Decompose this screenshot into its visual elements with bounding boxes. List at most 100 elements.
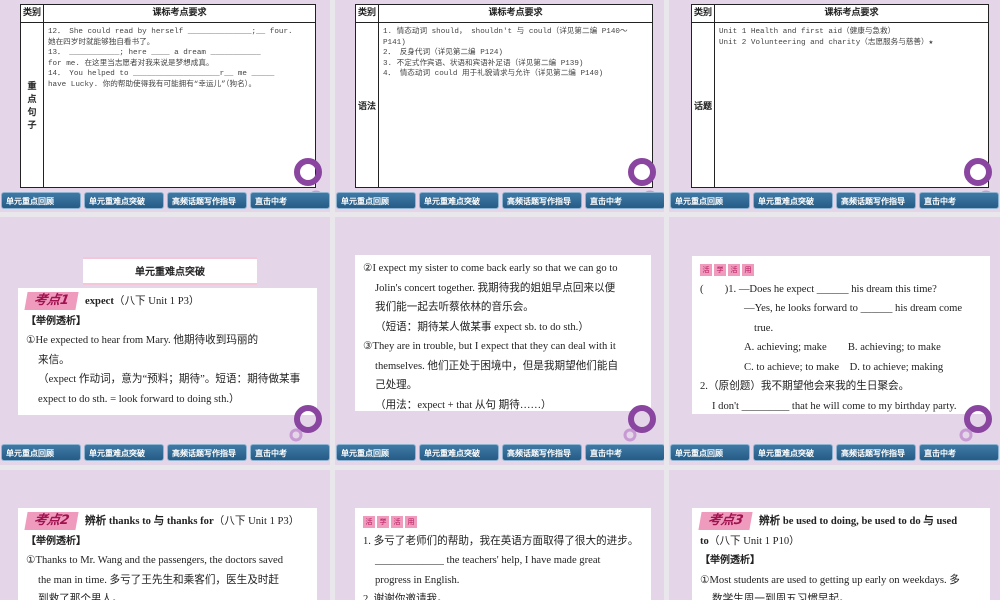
nav-exam[interactable]: 直击中考 bbox=[585, 444, 664, 461]
requirements-table: 类别 课标考点要求 话题 Unit 1 Health and first aid… bbox=[691, 4, 989, 188]
tag-char: 学 bbox=[377, 516, 389, 528]
nav-writing[interactable]: 高频话题写作指导 bbox=[167, 192, 247, 209]
line: progress in English. bbox=[375, 574, 460, 586]
nav-exam[interactable]: 直击中考 bbox=[919, 444, 999, 461]
practice-tag: 活学活用 bbox=[363, 516, 417, 528]
line: Unit 1 Health and first aid（健康与急救） bbox=[719, 28, 896, 36]
line: 来信。 bbox=[38, 354, 70, 366]
key-point-badge: 考点2 bbox=[24, 512, 79, 530]
line: for me. 在这里当志愿者对我来说是梦想成真。 bbox=[48, 59, 214, 68]
line: 2． 反身代词（详见第二编 P124) bbox=[383, 49, 503, 57]
nav-breakthrough[interactable]: 单元重难点突破 bbox=[419, 192, 499, 209]
nav-review[interactable]: 单元重点回顾 bbox=[1, 192, 81, 209]
tag-char: 用 bbox=[405, 516, 417, 528]
key-point-title: 辨析 thanks to 与 thanks for bbox=[85, 516, 214, 527]
nav-bar: 单元重点回顾 单元重难点突破 高频话题写作指导 直击中考 bbox=[336, 444, 664, 461]
key-point-title: expect bbox=[85, 296, 114, 307]
line: 我们能一起去听蔡依林的音乐会。 bbox=[375, 302, 534, 313]
nav-breakthrough[interactable]: 单元重难点突破 bbox=[753, 444, 833, 461]
example-heading: 【举例透析】 bbox=[26, 315, 86, 327]
nav-review[interactable]: 单元重点回顾 bbox=[670, 444, 750, 461]
nav-review[interactable]: 单元重点回顾 bbox=[336, 192, 416, 209]
header-requirement: 课标考点要求 bbox=[379, 5, 652, 23]
nav-exam[interactable]: 直击中考 bbox=[585, 192, 664, 209]
line: （短语：期待某人做某事 expect sb. to do sth.） bbox=[375, 321, 589, 333]
line: ①He expected to hear from Mary. 他期待收到玛丽的 bbox=[26, 335, 259, 346]
slide-8[interactable]: 活学活用 1. 多亏了老师们的帮助，我在英语方面取得了很大的进步。 ______… bbox=[335, 470, 664, 600]
slide-5[interactable]: ②I expect my sister to come back early s… bbox=[335, 217, 664, 465]
source: （八下 Unit 1 P3） bbox=[213, 516, 300, 527]
line: 13． ___________; here ____ a dream _____… bbox=[48, 49, 261, 57]
content-card: ②I expect my sister to come back early s… bbox=[355, 255, 651, 411]
nav-review[interactable]: 单元重点回顾 bbox=[336, 444, 416, 461]
header-category: 类别 bbox=[356, 5, 379, 23]
requirements-table: 类别 课标考点要求 重点句子 12． She could read by her… bbox=[20, 4, 316, 188]
nav-bar: 单元重点回顾 单元重难点突破 高频话题写作指导 直击中考 bbox=[1, 444, 330, 461]
slide-1[interactable]: 类别 课标考点要求 重点句子 12． She could read by her… bbox=[0, 0, 330, 212]
tag-char: 用 bbox=[742, 264, 754, 276]
slide-grid: 类别 课标考点要求 重点句子 12． She could read by her… bbox=[0, 0, 1000, 600]
line: 到救了那个男人。 bbox=[38, 594, 123, 600]
nav-exam[interactable]: 直击中考 bbox=[250, 444, 330, 461]
line: 她在四岁时就能够独自看书了。 bbox=[48, 38, 155, 47]
nav-writing[interactable]: 高频话题写作指导 bbox=[502, 192, 582, 209]
slide-4[interactable]: 单元重难点突破 考点1 expect（八下 Unit 1 P3） 【举例透析】 ①… bbox=[0, 217, 330, 465]
slide-9[interactable]: 考点3 辨析 be used to doing, be used to do 与 … bbox=[669, 470, 1000, 600]
header-category: 类别 bbox=[692, 5, 715, 23]
slide-7[interactable]: 考点2 辨析 thanks to 与 thanks for（八下 Unit 1 P… bbox=[0, 470, 330, 600]
tag-char: 活 bbox=[700, 264, 712, 276]
content-card: 活学活用 1. 多亏了老师们的帮助，我在英语方面取得了很大的进步。 ______… bbox=[355, 508, 651, 600]
line: ③They are in trouble, but I expect that … bbox=[363, 341, 616, 352]
question: 2.（原创题）我不期望他会来我的生日聚会。 bbox=[700, 381, 910, 392]
nav-writing[interactable]: 高频话题写作指导 bbox=[502, 444, 582, 461]
source: （八下 Unit 1 P10） bbox=[708, 535, 800, 547]
nav-writing[interactable]: 高频话题写作指导 bbox=[836, 192, 916, 209]
nav-writing[interactable]: 高频话题写作指导 bbox=[836, 444, 916, 461]
line: the man in time. 多亏了王先生和乘客们，医生及时赶 bbox=[38, 574, 279, 586]
example-heading: 【举例透析】 bbox=[700, 555, 760, 566]
nav-review[interactable]: 单元重点回顾 bbox=[1, 444, 81, 461]
line: ①Most students are used to getting up ea… bbox=[700, 574, 960, 586]
example-heading: 【举例透析】 bbox=[26, 535, 86, 547]
line: I don't _________ that he will come to m… bbox=[712, 400, 957, 412]
source: （八下 Unit 1 P3） bbox=[113, 296, 200, 307]
line: 14． You helped to ___________________r__… bbox=[48, 70, 275, 78]
line: （expect 作动词，意为“预料；期待”。短语：期待做某事 bbox=[38, 374, 301, 385]
line: 4． 情态动词 could 用于礼貌请求与允许（详见第二编 P140) bbox=[383, 70, 604, 78]
slide-3[interactable]: 类别 课标考点要求 话题 Unit 1 Health and first aid… bbox=[669, 0, 1000, 212]
tag-char: 学 bbox=[714, 264, 726, 276]
category-label: 语法 bbox=[356, 23, 379, 187]
nav-breakthrough[interactable]: 单元重难点突破 bbox=[753, 192, 833, 209]
line: themselves. 他们正处于困境中，但是我期望他们能自 bbox=[375, 360, 619, 372]
nav-breakthrough[interactable]: 单元重难点突破 bbox=[84, 192, 164, 209]
content-card: 考点2 辨析 thanks to 与 thanks for（八下 Unit 1 P… bbox=[18, 508, 317, 600]
line: expect to do sth. = look forward to doin… bbox=[38, 393, 240, 405]
nav-review[interactable]: 单元重点回顾 bbox=[670, 192, 750, 209]
slide-6[interactable]: 活学活用 ( )1. —Does he expect ______ his dr… bbox=[669, 217, 1000, 465]
nav-exam[interactable]: 直击中考 bbox=[919, 192, 999, 209]
slide-2[interactable]: 类别 课标考点要求 语法 1. 情态动词 should， shouldn't 与… bbox=[335, 0, 664, 212]
question: 1. 多亏了老师们的帮助，我在英语方面取得了很大的进步。 bbox=[363, 535, 639, 547]
key-point-title-cont: to bbox=[700, 535, 709, 547]
option: A. achieving; make B. achieving; to make bbox=[744, 342, 941, 353]
requirements-table: 类别 课标考点要求 语法 1. 情态动词 should， shouldn't 与… bbox=[355, 4, 653, 188]
content-card: 考点3 辨析 be used to doing, be used to do 与 … bbox=[692, 508, 990, 600]
table-body: Unit 1 Health and first aid（健康与急救） Unit … bbox=[715, 23, 988, 187]
line: 数学生周一到周五习惯早起。 bbox=[712, 594, 850, 600]
line: （用法：expect + that 从句 期待……） bbox=[375, 399, 552, 411]
line: —Yes, he looks forward to ______ his dre… bbox=[744, 303, 963, 314]
line: Unit 2 Volunteering and charity（志愿服务与慈善）… bbox=[719, 38, 934, 47]
key-point-title: 辨析 be used to doing, be used to do 与 use… bbox=[759, 516, 958, 527]
line: true. bbox=[754, 322, 774, 334]
line: Jolin's concert together. 我期待我的姐姐早点回来以便 bbox=[375, 282, 616, 294]
nav-breakthrough[interactable]: 单元重难点突破 bbox=[419, 444, 499, 461]
nav-writing[interactable]: 高频话题写作指导 bbox=[167, 444, 247, 461]
content-card: 活学活用 ( )1. —Does he expect ______ his dr… bbox=[692, 256, 990, 414]
practice-tag: 活学活用 bbox=[700, 264, 754, 276]
nav-breakthrough[interactable]: 单元重难点突破 bbox=[84, 444, 164, 461]
line: ②I expect my sister to come back early s… bbox=[363, 263, 618, 274]
line: 己处理。 bbox=[375, 380, 418, 391]
nav-bar: 单元重点回顾 单元重难点突破 高频话题写作指导 直击中考 bbox=[670, 444, 1000, 461]
line: _____________ the teachers' help, I have… bbox=[375, 555, 601, 566]
nav-exam[interactable]: 直击中考 bbox=[250, 192, 330, 209]
